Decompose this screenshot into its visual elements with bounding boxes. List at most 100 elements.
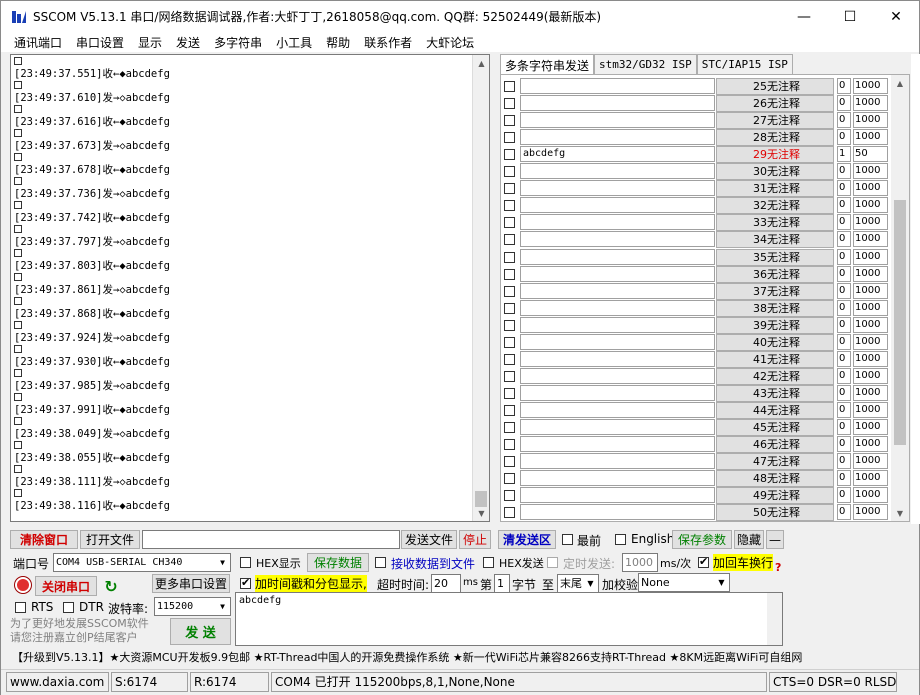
scroll-thumb[interactable] <box>894 200 906 445</box>
row-checkbox[interactable] <box>504 251 515 263</box>
row-send-button[interactable]: 36无注释 <box>716 265 834 283</box>
menu-port[interactable]: 通讯端口 <box>14 34 62 51</box>
row-send-button[interactable]: 27无注释 <box>716 112 834 130</box>
file-path-input[interactable] <box>142 530 400 549</box>
clear-send-button[interactable]: 清发送区 <box>498 530 556 549</box>
row-text-input[interactable] <box>520 163 715 180</box>
row-text-input[interactable] <box>520 231 715 248</box>
title-bar[interactable]: SSCOM V5.13.1 串口/网络数据调试器,作者:大虾丁丁,2618058… <box>1 1 919 32</box>
row-delay-input[interactable]: 1000 <box>853 95 888 112</box>
row-order-input[interactable]: 0 <box>837 436 851 453</box>
row-send-button[interactable]: 26无注释 <box>716 95 834 113</box>
hex-send-checkbox[interactable] <box>483 557 494 568</box>
scroll-down-icon[interactable]: ▼ <box>473 505 489 521</box>
row-order-input[interactable]: 0 <box>837 401 851 418</box>
row-order-input[interactable]: 0 <box>837 470 851 487</box>
row-checkbox[interactable] <box>504 422 515 433</box>
row-order-input[interactable]: 0 <box>837 504 851 521</box>
row-delay-input[interactable]: 1000 <box>853 214 888 231</box>
topmost-checkbox[interactable] <box>562 534 573 545</box>
row-checkbox[interactable] <box>504 234 515 246</box>
row-checkbox[interactable] <box>504 285 515 297</box>
port-select[interactable]: COM4 USB-SERIAL CH340 ▼ <box>53 553 231 572</box>
row-delay-input[interactable]: 1000 <box>853 231 888 248</box>
row-checkbox[interactable] <box>504 507 515 519</box>
row-text-input[interactable] <box>520 282 715 299</box>
row-text-input[interactable] <box>520 112 715 129</box>
row-send-button[interactable]: 48无注释 <box>716 470 834 488</box>
row-delay-input[interactable]: 1000 <box>853 470 888 487</box>
row-delay-input[interactable]: 1000 <box>853 316 888 333</box>
row-checkbox[interactable] <box>504 387 515 399</box>
row-text-input[interactable] <box>520 504 715 521</box>
row-send-button[interactable]: 39无注释 <box>716 316 834 334</box>
row-order-input[interactable]: 0 <box>837 453 851 470</box>
row-order-input[interactable]: 0 <box>837 129 851 146</box>
row-order-input[interactable]: 0 <box>837 487 851 504</box>
recv-to-file-checkbox[interactable] <box>375 557 386 568</box>
row-delay-input[interactable]: 1000 <box>853 163 888 180</box>
row-send-button[interactable]: 32无注释 <box>716 197 834 215</box>
scroll-up-icon[interactable]: ▲ <box>473 55 489 71</box>
close-button[interactable]: ✕ <box>873 1 919 32</box>
row-text-input[interactable] <box>520 95 715 112</box>
row-delay-input[interactable]: 1000 <box>853 299 888 316</box>
send-button[interactable]: 发 送 <box>170 618 231 645</box>
row-delay-input[interactable]: 1000 <box>853 436 888 453</box>
row-text-input[interactable] <box>520 214 715 231</box>
status-url[interactable]: www.daxia.com <box>6 672 109 692</box>
row-send-button[interactable]: 44无注释 <box>716 401 834 419</box>
row-order-input[interactable]: 0 <box>837 214 851 231</box>
row-checkbox[interactable] <box>504 490 515 502</box>
row-delay-input[interactable]: 1000 <box>853 453 888 470</box>
menu-serial-settings[interactable]: 串口设置 <box>76 34 124 51</box>
row-delay-input[interactable]: 1000 <box>853 180 888 197</box>
row-delay-input[interactable]: 1000 <box>853 333 888 350</box>
row-checkbox[interactable] <box>504 200 515 212</box>
row-checkbox[interactable] <box>504 149 515 161</box>
menu-tools[interactable]: 小工具 <box>276 34 312 51</box>
row-text-input[interactable] <box>520 299 715 316</box>
byte-start-input[interactable]: 1 <box>494 574 510 593</box>
menu-display[interactable]: 显示 <box>138 34 162 51</box>
row-send-button[interactable]: 28无注释 <box>716 129 834 147</box>
checksum-select[interactable]: None ▼ <box>638 573 730 592</box>
row-text-input[interactable] <box>520 419 715 435</box>
row-send-button[interactable]: 25无注释 <box>716 78 834 95</box>
row-text-input[interactable] <box>520 487 715 504</box>
row-order-input[interactable]: 0 <box>837 333 851 350</box>
row-text-input[interactable] <box>520 453 715 470</box>
row-order-input[interactable]: 0 <box>837 231 851 248</box>
close-port-button[interactable]: 关闭串口 <box>35 576 97 596</box>
row-order-input[interactable]: 0 <box>837 316 851 333</box>
row-order-input[interactable]: 0 <box>837 248 851 265</box>
row-send-button[interactable]: 43无注释 <box>716 384 834 402</box>
promo-bar[interactable]: 【升级到V5.13.1】★大资源MCU开发板9.9包邮 ★RT-Thread中国… <box>10 649 910 666</box>
row-text-input[interactable] <box>520 129 715 146</box>
row-order-input[interactable]: 0 <box>837 367 851 384</box>
row-order-input[interactable]: 0 <box>837 419 851 435</box>
row-checkbox[interactable] <box>504 353 515 365</box>
more-serial-settings-button[interactable]: 更多串口设置 <box>152 574 230 593</box>
row-delay-input[interactable]: 1000 <box>853 265 888 282</box>
row-checkbox[interactable] <box>504 81 515 92</box>
row-order-input[interactable]: 0 <box>837 299 851 316</box>
row-delay-input[interactable]: 1000 <box>853 129 888 146</box>
row-text-input[interactable] <box>520 470 715 487</box>
menu-forum[interactable]: 大虾论坛 <box>426 34 474 51</box>
timed-send-checkbox[interactable] <box>547 557 558 568</box>
row-order-input[interactable]: 0 <box>837 197 851 214</box>
row-order-input[interactable]: 0 <box>837 180 851 197</box>
collapse-button[interactable]: — <box>766 530 784 549</box>
row-checkbox[interactable] <box>504 302 515 314</box>
hide-button[interactable]: 隐藏 <box>734 530 764 549</box>
help-question-icon[interactable]: ? <box>775 561 781 574</box>
row-checkbox[interactable] <box>504 319 515 331</box>
send-textarea[interactable]: abcdefg <box>235 592 783 646</box>
pane-splitter[interactable] <box>492 54 498 522</box>
row-order-input[interactable]: 0 <box>837 282 851 299</box>
row-delay-input[interactable]: 50 <box>853 146 888 163</box>
row-send-button[interactable]: 29无注释 <box>716 146 834 164</box>
scroll-down-icon[interactable]: ▼ <box>891 505 909 521</box>
row-text-input[interactable] <box>520 401 715 418</box>
